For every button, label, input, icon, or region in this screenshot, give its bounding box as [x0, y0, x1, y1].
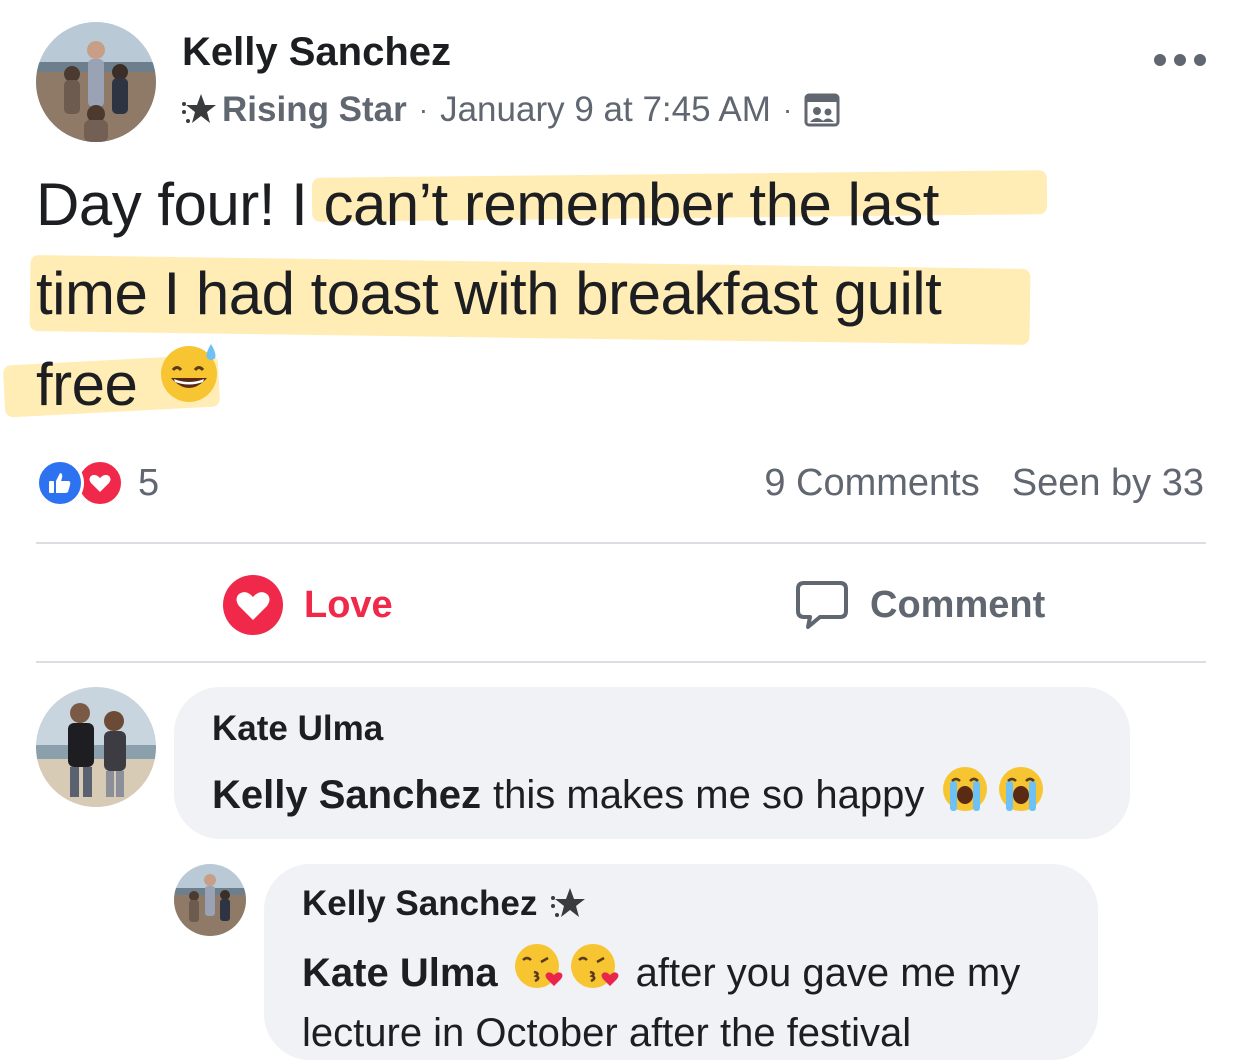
reply-text-line: Kate Ulma after you gave me my — [302, 940, 1082, 1006]
post-text-line: time I had toast with breakfast guilt — [36, 260, 942, 327]
rising-star-icon — [549, 885, 587, 923]
post-author-avatar[interactable] — [36, 22, 156, 142]
reply-bubble[interactable]: Kelly Sanchez Kate Ulma after you gave m… — [264, 864, 1098, 1060]
dot — [1194, 54, 1206, 66]
post-text-line: Day four! I can’t remember the last — [36, 171, 939, 238]
comment-author[interactable]: Kate Ulma — [212, 709, 383, 749]
comment-icon — [794, 577, 850, 633]
dot — [1154, 54, 1166, 66]
divider — [36, 661, 1206, 663]
comment-button[interactable]: Comment — [794, 574, 1045, 636]
rising-star-icon — [180, 91, 218, 129]
reaction-count: 5 — [138, 461, 160, 504]
post-meta: Rising Star · January 9 at 7:45 AM · — [180, 88, 840, 132]
comment-body: this makes me so happy — [493, 773, 925, 817]
reply-author[interactable]: Kelly Sanchez — [302, 884, 537, 924]
badge-label[interactable]: Rising Star — [222, 90, 407, 130]
comment-bubble[interactable]: Kate Ulma Kelly Sanchez this makes me so… — [174, 687, 1130, 839]
more-options-button[interactable] — [1154, 50, 1206, 70]
face-blowing-kiss-icon — [568, 940, 620, 1006]
loudly-crying-face-icon — [940, 763, 990, 827]
grinning-sweat-emoji-icon — [155, 338, 223, 430]
reply-mention[interactable]: Kate Ulma — [302, 946, 498, 1000]
post-timestamp[interactable]: January 9 at 7:45 AM — [440, 90, 771, 130]
reactions-summary[interactable]: 5 — [36, 459, 159, 507]
seen-by-link[interactable]: Seen by 33 — [1012, 462, 1204, 505]
reply-text-line: lecture in October after the festival — [302, 1011, 912, 1055]
comments-count-link[interactable]: 9 Comments — [764, 462, 979, 505]
love-button-label: Love — [304, 583, 393, 626]
love-icon — [222, 574, 284, 636]
avatar-photo — [36, 687, 156, 807]
separator-dot: · — [418, 94, 429, 125]
dot — [1174, 54, 1186, 66]
comment-mention[interactable]: Kelly Sanchez — [212, 768, 481, 822]
post-text-fragment: free — [36, 350, 138, 418]
comment-button-label: Comment — [870, 583, 1046, 626]
post-body: Day four! I can’t remember the last time… — [36, 160, 1156, 430]
comment-text: Kelly Sanchez this makes me so happy — [212, 763, 1046, 827]
like-reaction-icon — [36, 459, 84, 507]
commenter-avatar[interactable] — [36, 687, 156, 807]
avatar-photo — [174, 864, 246, 936]
face-blowing-kiss-icon — [512, 940, 564, 1006]
reply-body: after you gave me my — [635, 951, 1021, 995]
post-stats: 9 Comments Seen by 33 — [764, 462, 1204, 505]
love-button[interactable]: Love — [222, 574, 393, 636]
loudly-crying-face-icon — [996, 763, 1046, 827]
divider — [36, 542, 1206, 544]
avatar-photo — [36, 22, 156, 142]
reply-text: Kate Ulma after you gave me my lecture i… — [302, 940, 1082, 1060]
reply-header: Kelly Sanchez — [302, 884, 587, 924]
group-members-icon — [804, 92, 840, 128]
post-text-line: free — [36, 338, 1156, 430]
separator-dot: · — [782, 94, 793, 125]
reply-author-avatar[interactable] — [174, 864, 246, 936]
post-author-name[interactable]: Kelly Sanchez — [182, 30, 451, 75]
